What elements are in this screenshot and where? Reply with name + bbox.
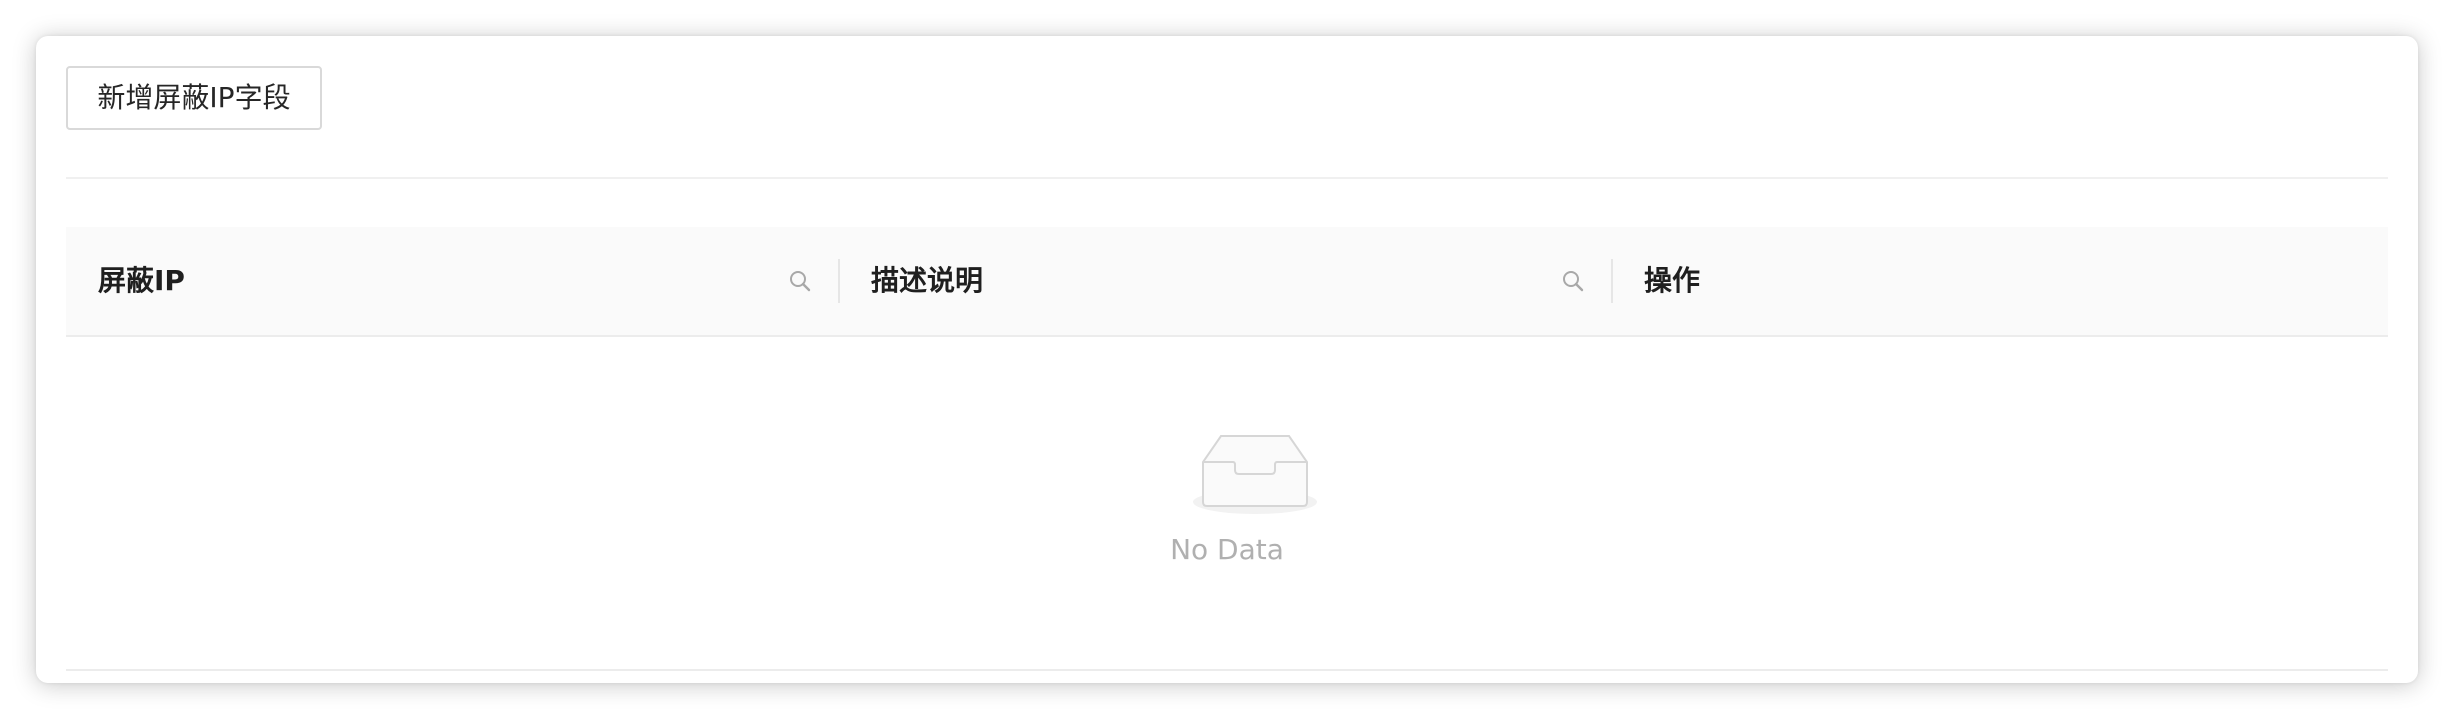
table-bottom-border <box>66 669 2388 671</box>
column-header-actions: 操作 <box>1612 227 2388 335</box>
search-icon[interactable] <box>1559 267 1587 295</box>
add-blocked-ip-button[interactable]: 新增屏蔽IP字段 <box>66 66 322 130</box>
search-icon[interactable] <box>786 267 814 295</box>
ip-block-panel: 新增屏蔽IP字段 屏蔽IP 描述说明 操作 No Data <box>36 36 2418 683</box>
table-empty-state: No Data <box>66 337 2388 669</box>
table-header: 屏蔽IP 描述说明 操作 <box>66 227 2388 337</box>
column-header-description: 描述说明 <box>839 227 1612 335</box>
column-label-blocked-ip: 屏蔽IP <box>98 264 185 297</box>
column-label-description: 描述说明 <box>871 264 984 297</box>
column-label-actions: 操作 <box>1644 264 1701 297</box>
empty-inbox-icon <box>1193 435 1317 514</box>
empty-message: No Data <box>1170 533 1284 566</box>
column-header-blocked-ip: 屏蔽IP <box>66 227 839 335</box>
toolbar-divider <box>66 177 2388 179</box>
